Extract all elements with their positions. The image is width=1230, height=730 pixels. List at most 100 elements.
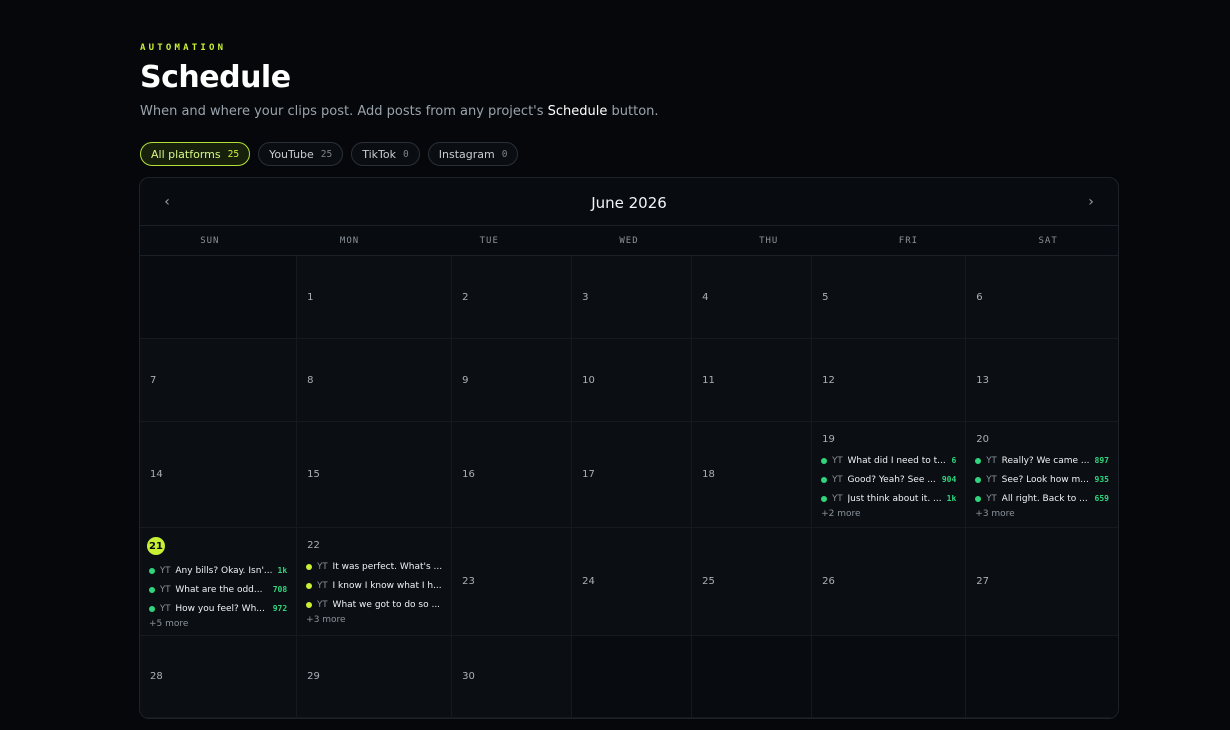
calendar-day[interactable]: 8 xyxy=(297,339,453,422)
calendar-cell-empty xyxy=(966,636,1118,718)
scheduled-post-pending[interactable]: YT I know I know what I h... xyxy=(306,576,442,595)
day-number: 15 xyxy=(307,469,320,480)
scheduled-post[interactable]: YT How you feel? Wh... 972 xyxy=(149,599,287,618)
calendar-day[interactable]: 24 xyxy=(572,528,693,636)
filter-youtube[interactable]: YouTube 25 xyxy=(258,142,344,166)
calendar-day[interactable]: 22 YT It was perfect. What's ... YT I kn… xyxy=(297,528,453,636)
weekday-label: TUE xyxy=(479,236,499,246)
status-dot xyxy=(306,601,313,608)
calendar-day[interactable]: 15 xyxy=(297,422,453,528)
platform-tag: YT xyxy=(986,455,997,466)
filter-label: TikTok xyxy=(362,147,397,161)
filter-label: All platforms xyxy=(151,147,221,161)
more-posts-link[interactable]: +2 more xyxy=(821,509,956,519)
scheduled-post[interactable]: YT See? Look how m... 935 xyxy=(975,470,1109,489)
platform-tag: YT xyxy=(986,474,997,485)
calendar-cell-empty xyxy=(812,636,967,718)
calendar-day[interactable]: 19 YT What did I need to t... 6 YT Good?… xyxy=(812,422,967,528)
scheduled-post[interactable]: YT Really? We came ... 897 xyxy=(975,451,1109,470)
calendar-day[interactable]: 30 xyxy=(452,636,573,718)
day-number: 20 xyxy=(976,434,990,445)
post-title: What did I need to t... xyxy=(847,455,946,466)
page-subtitle: When and where your clips post. Add post… xyxy=(140,104,659,119)
calendar-day[interactable]: 26 xyxy=(812,528,967,636)
status-dot xyxy=(149,567,155,574)
day-number: 10 xyxy=(582,374,595,386)
platform-tag: YT xyxy=(832,493,843,504)
filter-tiktok[interactable]: TikTok 0 xyxy=(351,142,420,166)
calendar-day[interactable]: 3 xyxy=(572,256,693,339)
day-number: 8 xyxy=(307,374,314,386)
scheduled-post-pending[interactable]: YT What we got to do so ... xyxy=(306,595,442,614)
status-dot xyxy=(149,605,155,612)
calendar-day[interactable]: 20 YT Really? We came ... 897 YT See? Lo… xyxy=(966,422,1118,528)
calendar-day[interactable]: 4 xyxy=(692,256,813,339)
calendar-day[interactable]: 1 xyxy=(297,256,453,339)
calendar-day[interactable]: 16 xyxy=(452,422,573,528)
calendar-day[interactable]: 29 xyxy=(297,636,453,718)
scheduled-post-pending[interactable]: YT It was perfect. What's ... xyxy=(306,557,442,576)
filter-count: 0 xyxy=(501,148,508,160)
calendar-day-today[interactable]: 21 YT Any bills? Okay. Isn'... 1k YT Wha… xyxy=(140,528,298,636)
today-indicator: 21 xyxy=(147,537,165,555)
scheduled-post[interactable]: YT What are the odd... 708 xyxy=(149,580,287,599)
post-title: Just think about it. ... xyxy=(847,493,942,504)
filter-instagram[interactable]: Instagram 0 xyxy=(427,142,519,166)
calendar-day[interactable]: 6 xyxy=(966,256,1118,339)
post-views: 6 xyxy=(951,456,957,465)
scheduled-post[interactable]: YT What did I need to t... 6 xyxy=(821,451,956,470)
calendar-day[interactable]: 11 xyxy=(692,339,813,422)
calendar-day[interactable]: 7 xyxy=(140,339,298,422)
calendar-day[interactable]: 18 xyxy=(692,422,813,528)
day-number: 13 xyxy=(976,374,990,386)
month-title: June 2026 xyxy=(591,194,667,212)
day-number: 16 xyxy=(462,469,475,480)
scheduled-post[interactable]: YT All right. Back to ... 659 xyxy=(975,489,1109,508)
calendar: ‹ June 2026 › SUN MON TUE WED THU FRI SA… xyxy=(139,177,1119,719)
calendar-day[interactable]: 9 xyxy=(452,339,573,422)
platform-tag: YT xyxy=(160,603,171,614)
platform-tag: YT xyxy=(832,474,843,485)
day-number: 29 xyxy=(307,671,320,682)
post-views: 708 xyxy=(272,585,288,594)
day-number: 14 xyxy=(150,469,163,480)
calendar-day[interactable]: 5 xyxy=(812,256,967,339)
post-views: 972 xyxy=(272,604,288,613)
status-dot xyxy=(975,457,982,464)
calendar-day[interactable]: 17 xyxy=(572,422,693,528)
calendar-day[interactable]: 13 xyxy=(966,339,1118,422)
more-posts-link[interactable]: +3 more xyxy=(975,509,1109,519)
post-title: Any bills? Okay. Isn'... xyxy=(175,565,273,576)
day-number: 17 xyxy=(582,469,595,480)
status-dot xyxy=(975,476,982,483)
scheduled-post[interactable]: YT Good? Yeah? See ... 904 xyxy=(821,470,956,489)
weekday-header: SUN MON TUE WED THU FRI SAT xyxy=(140,226,1118,256)
filter-all-platforms[interactable]: All platforms 25 xyxy=(140,142,251,166)
platform-tag: YT xyxy=(160,565,171,576)
more-posts-link[interactable]: +5 more xyxy=(149,619,287,629)
more-posts-link[interactable]: +3 more xyxy=(306,615,442,625)
weekday-label: SUN xyxy=(200,236,220,246)
status-dot xyxy=(821,457,828,464)
weekday-label: FRI xyxy=(898,236,919,246)
calendar-header: ‹ June 2026 › xyxy=(140,178,1118,226)
scheduled-post[interactable]: YT Just think about it. ... 1k xyxy=(821,489,956,508)
day-number: 19 xyxy=(822,434,835,445)
day-number: 26 xyxy=(822,576,835,587)
scheduled-post[interactable]: YT Any bills? Okay. Isn'... 1k xyxy=(149,561,287,580)
calendar-day[interactable]: 10 xyxy=(572,339,693,422)
weekday-label: THU xyxy=(759,236,779,246)
calendar-day[interactable]: 27 xyxy=(966,528,1118,636)
weekday-label: WED xyxy=(619,236,639,246)
calendar-day[interactable]: 14 xyxy=(140,422,298,528)
calendar-day[interactable]: 2 xyxy=(452,256,573,339)
post-title: Good? Yeah? See ... xyxy=(847,474,936,485)
calendar-day[interactable]: 25 xyxy=(692,528,813,636)
weekday-label: MON xyxy=(339,236,360,246)
subtitle-text-end: button. xyxy=(607,104,659,119)
calendar-day[interactable]: 23 xyxy=(452,528,573,636)
post-views: 897 xyxy=(1094,456,1109,465)
chevron-right-icon[interactable]: › xyxy=(1080,191,1102,213)
calendar-day[interactable]: 28 xyxy=(140,636,298,718)
calendar-day[interactable]: 12 xyxy=(812,339,967,422)
